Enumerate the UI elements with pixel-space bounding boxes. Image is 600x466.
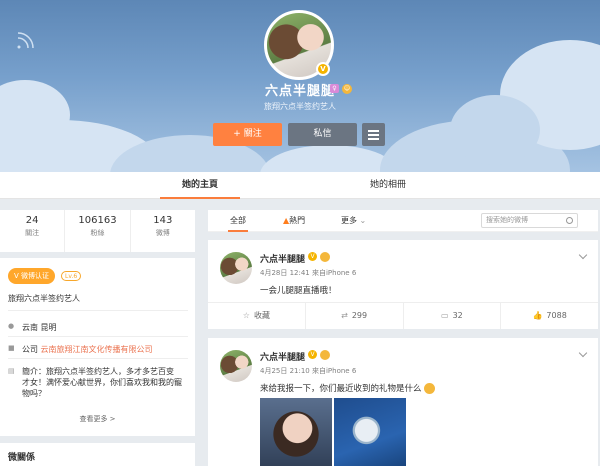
divider [8,358,188,359]
menu-bar-icon [368,134,379,136]
stat-label: 微博 [155,229,170,237]
stat-label: 粉絲 [90,229,105,237]
menu-bar-icon [368,138,379,140]
divider [8,336,188,337]
verify-description: 旅翔六点半签约艺人 [8,294,80,303]
filter-all[interactable]: 全部 [228,210,248,232]
location-text: 云南 昆明 [22,323,57,332]
profile-name: 六点半腿腿 [264,84,335,99]
verified-badge-icon: V [316,62,330,76]
collect-button[interactable]: ☆ 收藏 [208,303,306,329]
post-author[interactable]: 六点半腿腿 [260,350,305,363]
micro-relations-title: 微關係 [8,453,36,463]
female-icon: ♀ [330,84,339,93]
post-author[interactable]: 六点半腿腿 [260,252,305,265]
post-meta[interactable]: 4月28日 12:41 來自iPhone 6 [260,268,356,278]
post-text: 来给我报一下，你们最近收到的礼物是什么 [260,382,435,394]
post-text-content: 来给我报一下，你们最近收到的礼物是什么 [260,384,422,394]
micro-relations-card: 微關係 [0,443,195,466]
filter-hot[interactable]: ▲熱門 [283,210,305,232]
verify-badge[interactable]: V 微博认证 [8,268,56,284]
company-prefix: 公司 [22,345,38,354]
like-button[interactable]: 👍 7088 [501,303,598,329]
stat-followers[interactable]: 106163 粉絲 [65,210,131,252]
tab-home[interactable]: 她的主頁 [160,172,240,199]
collect-label: 收藏 [253,311,270,320]
location-pin-icon: ● [8,322,15,330]
comment-icon: ▭ [441,311,449,320]
chevron-down-icon[interactable] [578,348,588,358]
divider [8,310,188,311]
post-image[interactable] [334,398,406,466]
like-count: 7088 [546,311,567,320]
repost-button[interactable]: ⇄ 299 [306,303,404,329]
emoji-badge-icon: ☺ [342,84,352,94]
company-line: ■ 公司 云南旅翔江南文化传播有限公司 [8,344,190,355]
post-avatar[interactable] [220,252,252,284]
smile-emoji-icon [423,383,435,394]
name-badges: ♀ ☺ [330,84,352,94]
search-placeholder: 搜索她的微博 [486,216,528,224]
feed-post: 六点半腿腿 V 4月25日 21:10 來自iPhone 6 来给我报一下，你们… [208,338,598,466]
stat-value: 106163 [78,215,117,226]
filter-more-label: 更多 [341,216,357,225]
verified-v-icon: V [308,252,317,261]
feed-search-input[interactable]: 搜索她的微博 [481,213,578,228]
verify-v-icon: V [14,272,22,280]
message-button[interactable]: 私信 [288,123,357,146]
filter-hot-label: 熱門 [289,216,306,225]
filter-more[interactable]: 更多 ⌄ [341,210,366,232]
stat-value: 24 [25,215,39,226]
stat-label: 關注 [25,229,40,237]
stat-following[interactable]: 24 關注 [0,210,66,252]
emoji-badge-icon [320,252,330,262]
bio-line: ▤ 簡介：旅翔六点半签约艺人，多才多艺百变 才女！满怀爱心献世界，你们喜欢我和我… [8,366,190,399]
post-image[interactable] [260,398,332,466]
more-menu-button[interactable] [362,123,385,146]
level-badge[interactable]: Lv.6 [61,271,82,281]
repost-icon: ⇄ [341,311,348,320]
verified-v-icon: V [308,350,317,359]
menu-bar-icon [368,130,379,132]
post-meta[interactable]: 4月25日 21:10 來自iPhone 6 [260,366,356,376]
emoji-badge-icon [320,350,330,360]
thumbs-up-icon: 👍 [532,311,543,320]
verify-label: 微博认证 [21,272,50,280]
post-actions: ☆ 收藏 ⇄ 299 ▭ 32 👍 7088 [208,302,598,329]
chevron-down-icon[interactable] [578,250,588,260]
comment-button[interactable]: ▭ 32 [404,303,502,329]
see-more-link[interactable]: 查看更多 > [0,414,195,424]
profile-tabs: 她的主頁 她的相冊 [0,172,600,199]
stats-card: 24 關注 106163 粉絲 143 微博 [0,210,195,252]
signal-icon [17,32,34,49]
bio-prefix: 簡介： [22,367,46,376]
repost-count: 299 [351,311,368,320]
post-avatar[interactable] [220,350,252,382]
follow-button[interactable]: + 關注 [213,123,282,146]
stat-posts[interactable]: 143 微博 [131,210,195,252]
profile-info-card: V 微博认证 Lv.6 旅翔六点半签约艺人 ● 云南 昆明 ■ 公司 云南旅翔江… [0,258,195,436]
location-line: ● 云南 昆明 [8,322,190,333]
bio-text-2: 才女！满怀爱心献世界，你们喜欢我和我的寵 [22,378,182,387]
company-link[interactable]: 云南旅翔江南文化传播有限公司 [41,345,153,354]
bio-text-3: 物吗？ [22,389,46,398]
profile-description: 旅翔六点半签约艺人 [264,102,336,111]
comment-count: 32 [452,311,463,320]
chevron-down-icon: ⌄ [359,216,367,225]
verify-row: V 微博认证 Lv.6 [8,268,82,284]
bio-text-1: 旅翔六点半签约艺人，多才多艺百变 [46,367,174,376]
star-icon: ☆ [242,311,250,320]
stat-value: 143 [153,215,173,226]
feed-post: 六点半腿腿 V 4月28日 12:41 來自iPhone 6 一会儿腿腿直播哦！… [208,240,598,329]
search-icon[interactable] [566,217,573,224]
post-text: 一会儿腿腿直播哦！ [260,286,337,296]
briefcase-icon: ■ [8,344,15,352]
tab-album[interactable]: 她的相冊 [348,172,428,199]
bio-icon: ▤ [8,367,15,375]
feed-filter-bar: 全部 ▲熱門 更多 ⌄ 搜索她的微博 [208,210,598,232]
